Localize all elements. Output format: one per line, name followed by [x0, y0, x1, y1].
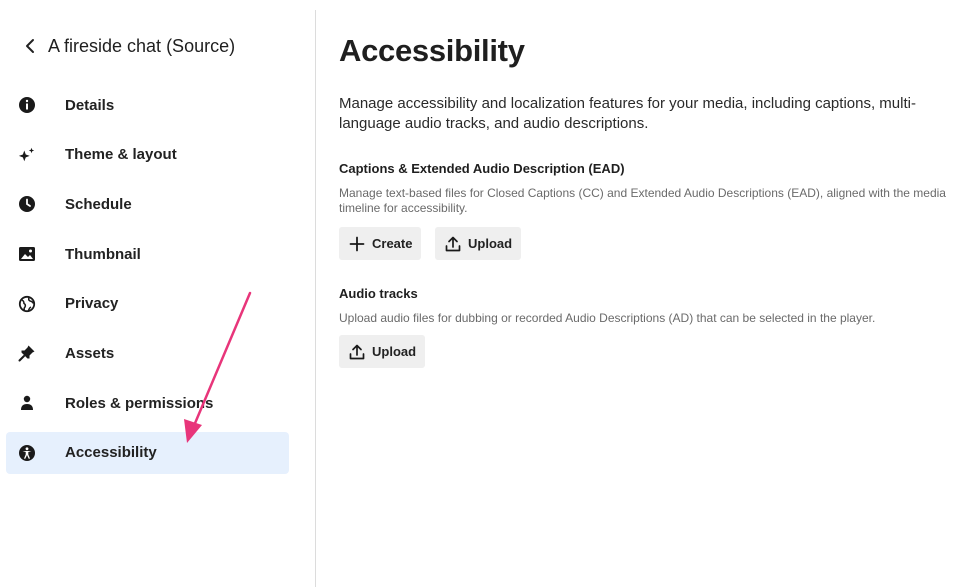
nav-item-label: Privacy [65, 295, 119, 313]
page-intro: Manage accessibility and localization fe… [339, 95, 916, 132]
back-link[interactable]: A fireside chat (Source) [20, 34, 235, 58]
nav-item-label: Accessibility [65, 444, 157, 462]
nav-item-label: Theme & layout [65, 146, 177, 164]
chevron-left-icon [26, 39, 34, 53]
settings-nav: Details Theme & layout Schedule Thumbnai… [6, 84, 289, 482]
source-title: A fireside chat (Source) [48, 35, 236, 56]
sidebar-divider [315, 10, 316, 587]
nav-item-theme-layout[interactable]: Theme & layout [6, 134, 289, 176]
globe-icon [18, 295, 36, 313]
accessibility-icon [18, 444, 36, 462]
sidebar: A fireside chat (Source) Details Theme &… [0, 0, 300, 587]
create-caption-button[interactable]: Create [339, 227, 422, 260]
captions-section-title: Captions & Extended Audio Description (E… [339, 161, 625, 176]
captions-section-description: Manage text-based files for Closed Capti… [339, 186, 946, 215]
nav-item-label: Details [65, 96, 115, 114]
plus-icon [348, 235, 366, 253]
create-button-label: Create [372, 236, 413, 251]
nav-item-assets[interactable]: Assets [6, 332, 289, 374]
nav-item-label: Assets [65, 344, 115, 362]
person-icon [18, 394, 36, 412]
upload-button-label: Upload [468, 236, 513, 251]
image-icon [18, 245, 36, 263]
info-icon [18, 96, 36, 114]
pin-icon [18, 344, 36, 362]
nav-item-accessibility[interactable]: Accessibility [6, 431, 289, 474]
audio-section-title: Audio tracks [339, 286, 418, 301]
upload-icon [348, 343, 366, 361]
nav-item-privacy[interactable]: Privacy [6, 283, 289, 325]
nav-item-details[interactable]: Details [6, 84, 289, 126]
upload-audio-button[interactable]: Upload [339, 335, 426, 368]
audio-section-description: Upload audio files for dubbing or record… [339, 311, 876, 325]
upload-icon [444, 235, 462, 253]
nav-item-roles-permissions[interactable]: Roles & permissions [6, 382, 289, 424]
page-title: Accessibility [339, 33, 525, 68]
clock-icon [18, 195, 36, 213]
upload-button-label: Upload [372, 344, 417, 359]
nav-item-schedule[interactable]: Schedule [6, 183, 289, 225]
nav-item-label: Schedule [65, 195, 132, 213]
nav-item-label: Thumbnail [65, 245, 141, 263]
upload-caption-button[interactable]: Upload [435, 227, 522, 260]
nav-item-thumbnail[interactable]: Thumbnail [6, 233, 289, 275]
sparkle-icon [18, 146, 36, 164]
nav-item-label: Roles & permissions [65, 394, 214, 412]
